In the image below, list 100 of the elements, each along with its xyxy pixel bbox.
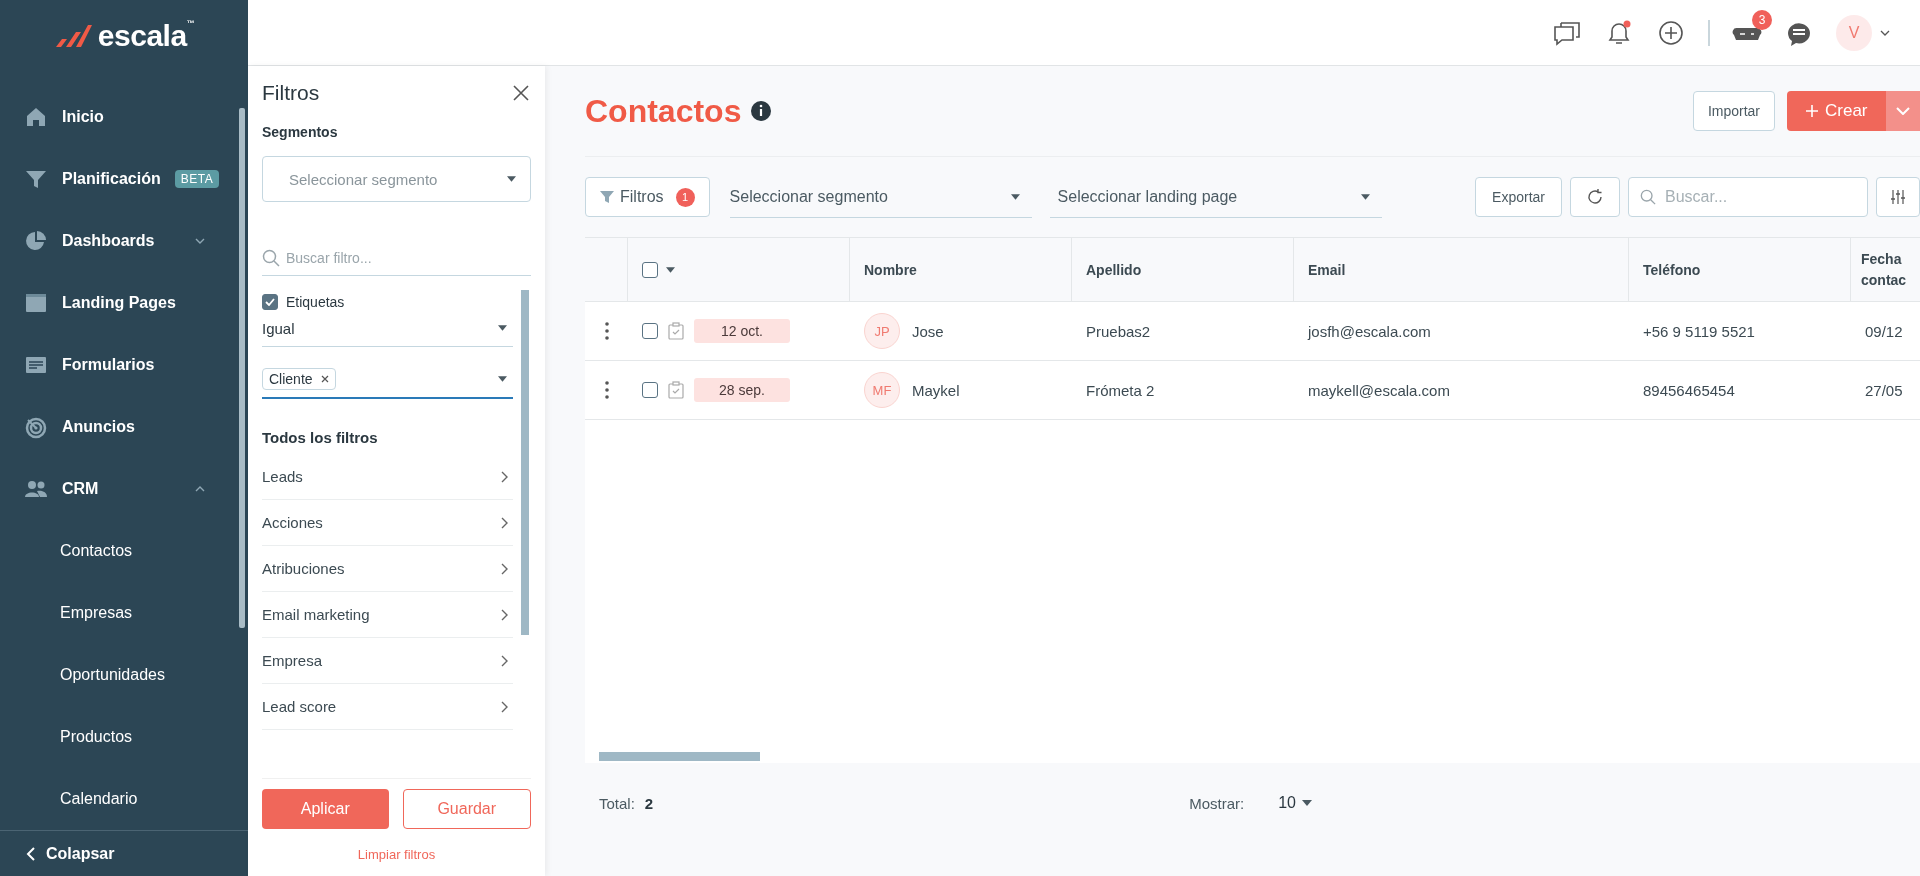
more-icon[interactable] bbox=[604, 322, 609, 340]
filter-category[interactable]: Lead score bbox=[262, 684, 513, 730]
export-button[interactable]: Exportar bbox=[1475, 177, 1562, 217]
table-cell: Maykel bbox=[912, 381, 960, 399]
refresh-icon bbox=[1586, 188, 1604, 206]
sidebar-item[interactable]: Landing Pages bbox=[0, 272, 248, 335]
chevron-right-icon bbox=[501, 470, 509, 483]
column-header[interactable]: Fecha contac bbox=[1851, 238, 1920, 302]
sidebar-item[interactable]: Dashboards bbox=[0, 210, 248, 273]
table-cell: Jose bbox=[912, 322, 944, 340]
scrollbar[interactable] bbox=[599, 752, 760, 761]
row-checkbox[interactable] bbox=[642, 382, 658, 398]
section-heading: Todos los filtros bbox=[262, 429, 379, 446]
more-icon[interactable] bbox=[604, 381, 609, 399]
check-icon bbox=[265, 298, 275, 306]
create-dropdown-button[interactable] bbox=[1885, 91, 1920, 131]
logo-text: escala™ bbox=[97, 19, 195, 54]
refresh-button[interactable] bbox=[1570, 177, 1620, 217]
table-cell: 89456465454 bbox=[1643, 381, 1735, 399]
sliders-icon bbox=[1890, 189, 1906, 205]
sidebar-item[interactable]: Inicio bbox=[0, 86, 248, 149]
clipboard-icon bbox=[668, 322, 684, 340]
operator-select[interactable]: Igual bbox=[262, 310, 513, 347]
sidebar-subitem[interactable]: Calendario bbox=[0, 768, 248, 831]
funnel-icon bbox=[600, 190, 614, 204]
plus-icon bbox=[1805, 104, 1819, 118]
sidebar-subitem[interactable]: Productos bbox=[0, 706, 248, 769]
page-size-label: Mostrar: bbox=[1189, 794, 1245, 812]
landing-page-select[interactable]: Seleccionar landing page bbox=[1049, 176, 1382, 218]
import-button[interactable]: Importar bbox=[1692, 91, 1775, 131]
sidebar-item[interactable]: Formularios bbox=[0, 334, 248, 397]
chevron-right-icon bbox=[501, 516, 509, 529]
search-icon bbox=[1640, 189, 1656, 205]
caret-icon bbox=[666, 266, 675, 273]
filter-category[interactable]: Atribuciones bbox=[262, 546, 513, 592]
tag-select[interactable]: Cliente bbox=[262, 361, 513, 399]
checkbox[interactable] bbox=[262, 294, 278, 310]
page-title: Contactos bbox=[585, 92, 742, 130]
panel-title: Filtros bbox=[262, 81, 320, 105]
table-cell: Frómeta 2 bbox=[1086, 381, 1155, 399]
table-cell: 09/12 bbox=[1865, 322, 1903, 340]
select-all-checkbox[interactable] bbox=[642, 261, 658, 278]
chevron-right-icon bbox=[501, 654, 509, 667]
sidebar-subitem[interactable]: Oportunidades bbox=[0, 644, 248, 707]
logo-icon bbox=[53, 23, 92, 50]
info-icon[interactable] bbox=[751, 101, 772, 121]
table-cell: maykell@escala.com bbox=[1308, 381, 1450, 399]
filters-button[interactable]: Filtros 1 bbox=[585, 177, 710, 217]
row-checkbox[interactable] bbox=[642, 323, 658, 339]
checkbox-label: Etiquetas bbox=[286, 294, 345, 310]
page-size-select[interactable]: 10 bbox=[1278, 794, 1312, 812]
caret-icon bbox=[498, 325, 507, 331]
scrollbar[interactable] bbox=[521, 290, 529, 635]
section-label: Segmentos bbox=[262, 124, 339, 140]
segment-select[interactable]: Seleccionar segmento bbox=[729, 176, 1032, 218]
chevron-right-icon bbox=[501, 608, 509, 621]
caret-icon bbox=[498, 376, 507, 382]
total-label: Total: bbox=[599, 794, 635, 812]
caret-icon bbox=[1360, 193, 1370, 200]
scrollbar[interactable] bbox=[239, 108, 245, 628]
column-settings-button[interactable] bbox=[1876, 177, 1920, 217]
nav-icon bbox=[24, 415, 48, 440]
caret-icon bbox=[1302, 800, 1312, 806]
column-header[interactable]: Teléfono bbox=[1629, 238, 1851, 302]
close-icon[interactable] bbox=[511, 83, 531, 103]
column-header[interactable]: Email bbox=[1294, 238, 1629, 302]
date-tag: 12 oct. bbox=[694, 319, 790, 343]
filter-category[interactable]: Email marketing bbox=[262, 592, 513, 638]
remove-icon[interactable] bbox=[320, 375, 329, 383]
filter-category[interactable]: Acciones bbox=[262, 500, 513, 546]
notification-badge: 3 bbox=[1752, 9, 1772, 30]
chevron-right-icon bbox=[501, 700, 509, 713]
search-icon bbox=[262, 249, 280, 267]
total-value: 2 bbox=[644, 794, 654, 812]
filter-search-field[interactable]: Buscar filtro... bbox=[262, 240, 531, 276]
search-field[interactable]: Buscar... bbox=[1628, 177, 1868, 217]
contact-avatar: MF bbox=[864, 372, 900, 408]
sidebar-item[interactable]: Planificación BETA bbox=[0, 148, 248, 211]
chevron-down-icon bbox=[1880, 29, 1890, 36]
tag-chip[interactable]: Cliente bbox=[262, 368, 336, 390]
clipboard-icon bbox=[668, 381, 684, 399]
filter-category[interactable]: Empresa bbox=[262, 638, 513, 684]
chevron-down-icon bbox=[1895, 107, 1910, 115]
sidebar-item[interactable]: Anuncios bbox=[0, 396, 248, 459]
column-header[interactable]: Nombre bbox=[850, 238, 1072, 302]
sidebar-item[interactable]: CRM bbox=[0, 458, 248, 521]
filter-category[interactable]: Leads bbox=[262, 454, 513, 500]
table-cell: Pruebas2 bbox=[1086, 322, 1151, 340]
table-cell: 27/05 bbox=[1865, 381, 1903, 399]
date-tag: 28 sep. bbox=[694, 378, 790, 402]
caret-icon bbox=[507, 176, 516, 182]
filter-count-badge: 1 bbox=[675, 187, 695, 207]
caret-icon bbox=[1010, 193, 1020, 200]
chevron-right-icon bbox=[501, 562, 509, 575]
beta-badge: BETA bbox=[174, 170, 220, 189]
column-header[interactable]: Apellido bbox=[1072, 238, 1294, 302]
contact-avatar: JP bbox=[864, 313, 900, 349]
chevron-left-icon bbox=[26, 845, 36, 862]
sidebar-subitem[interactable]: Empresas bbox=[0, 582, 248, 645]
sidebar-subitem[interactable]: Contactos bbox=[0, 520, 248, 583]
